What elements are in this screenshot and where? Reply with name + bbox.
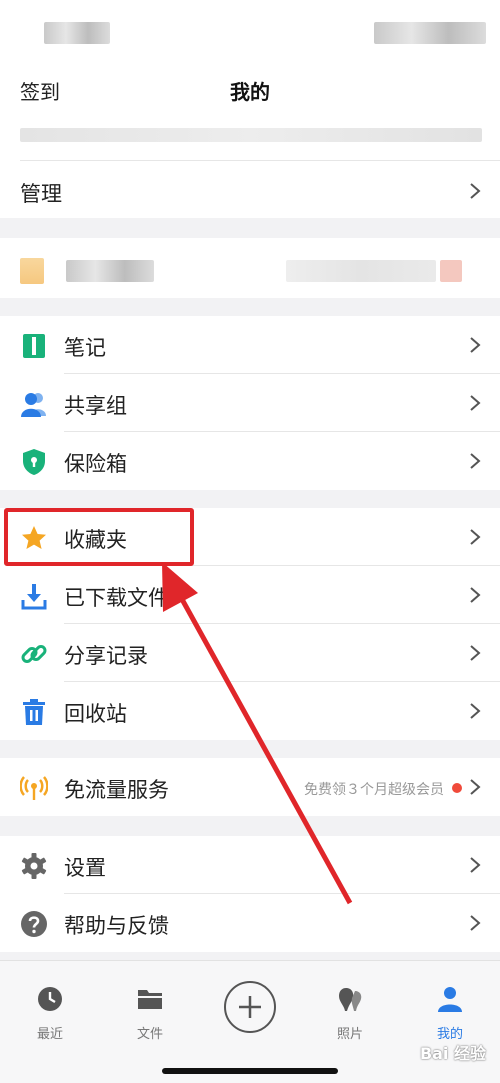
chevron-right-icon (470, 645, 481, 661)
chevron-right-icon (470, 915, 481, 931)
member-info-section[interactable] (0, 238, 500, 298)
signal-icon (20, 776, 48, 800)
add-button[interactable] (224, 981, 276, 1033)
menu-item-label: 帮助与反馈 (64, 914, 169, 938)
chevron-right-icon (470, 703, 481, 719)
menu-item-notes[interactable]: 笔记 (0, 316, 500, 374)
gear-icon (21, 853, 47, 879)
chevron-right-icon (470, 779, 481, 795)
account-info-blurred (20, 128, 482, 142)
chevron-right-icon (470, 337, 481, 353)
menu-item-help[interactable]: 帮助与反馈 (0, 894, 500, 952)
chevron-right-icon (470, 395, 481, 411)
download-icon (21, 584, 47, 610)
tools-section: 笔记 共享组 保险箱 (0, 316, 500, 490)
help-icon (21, 911, 47, 937)
nav-bar: 签到 我的 (0, 64, 500, 120)
account-section: 管理 (0, 120, 500, 218)
chevron-right-icon (470, 453, 481, 469)
menu-item-recycle-bin[interactable]: 回收站 (0, 682, 500, 740)
note-icon (23, 334, 45, 358)
tab-bar: 最近 文件 照片 我的 (0, 960, 500, 1083)
red-dot-badge (452, 783, 462, 793)
link-icon (21, 645, 47, 663)
manage-label: 管理 (20, 182, 62, 206)
menu-item-label: 收藏夹 (64, 528, 127, 552)
divider (20, 160, 500, 161)
tab-mine[interactable]: 我的 (410, 985, 490, 1042)
menu-item-safe-box[interactable]: 保险箱 (0, 432, 500, 490)
menu-item-share-records[interactable]: 分享记录 (0, 624, 500, 682)
menu-item-share-group[interactable]: 共享组 (0, 374, 500, 432)
menu-item-label: 共享组 (64, 394, 127, 418)
menu-item-label: 分享记录 (64, 644, 148, 668)
menu-item-label: 已下载文件 (64, 586, 169, 610)
member-name-blurred (66, 260, 154, 282)
chevron-right-icon (470, 529, 481, 545)
manage-row[interactable]: 管理 (0, 162, 500, 220)
chevron-right-icon (470, 183, 481, 199)
status-bar (0, 0, 500, 64)
tab-photos[interactable]: 照片 (310, 985, 390, 1042)
status-icons-blurred (374, 22, 486, 44)
menu-item-label: 回收站 (64, 702, 127, 726)
clock-icon (38, 987, 62, 1011)
sign-in-button[interactable]: 签到 (20, 76, 60, 105)
chevron-right-icon (470, 857, 481, 873)
plus-icon (238, 995, 261, 1018)
menu-item-free-traffic[interactable]: 免流量服务 免费领３个月超级会员 (0, 758, 500, 816)
free-traffic-section: 免流量服务 免费领３个月超级会员 (0, 758, 500, 816)
tab-label: 照片 (336, 1027, 363, 1042)
chevron-right-icon (470, 587, 481, 603)
share-group-icon (21, 393, 46, 417)
menu-item-label: 保险箱 (64, 452, 127, 476)
tab-label: 文件 (136, 1027, 163, 1042)
menu-item-settings[interactable]: 设置 (0, 836, 500, 894)
menu-item-label: 免流量服务 (64, 778, 169, 802)
home-indicator (162, 1068, 338, 1074)
folder-icon (138, 990, 162, 1009)
free-vip-promo: 免费领３个月超级会员 (304, 782, 444, 798)
trash-icon (23, 699, 45, 725)
star-icon (22, 526, 46, 549)
menu-item-favorites[interactable]: 收藏夹 (0, 508, 500, 566)
member-badge-blurred (440, 260, 462, 282)
status-time-blurred (44, 22, 110, 44)
page-title: 我的 (230, 80, 270, 104)
tab-files[interactable]: 文件 (110, 985, 190, 1042)
photos-icon (339, 988, 362, 1011)
person-icon (438, 987, 462, 1012)
tab-label: 最近 (36, 1027, 63, 1042)
safe-box-icon (23, 449, 45, 475)
menu-item-downloads[interactable]: 已下载文件 (0, 566, 500, 624)
tab-recent[interactable]: 最近 (10, 985, 90, 1042)
menu-item-label: 设置 (64, 856, 106, 880)
files-section: 收藏夹 已下载文件 分享记录 回收站 (0, 508, 500, 740)
menu-item-label: 笔记 (64, 336, 106, 360)
member-status-blurred (286, 260, 436, 282)
member-avatar-blurred (20, 258, 44, 284)
baidu-watermark: Bai 经验 (419, 1044, 486, 1063)
settings-section: 设置 帮助与反馈 (0, 836, 500, 952)
